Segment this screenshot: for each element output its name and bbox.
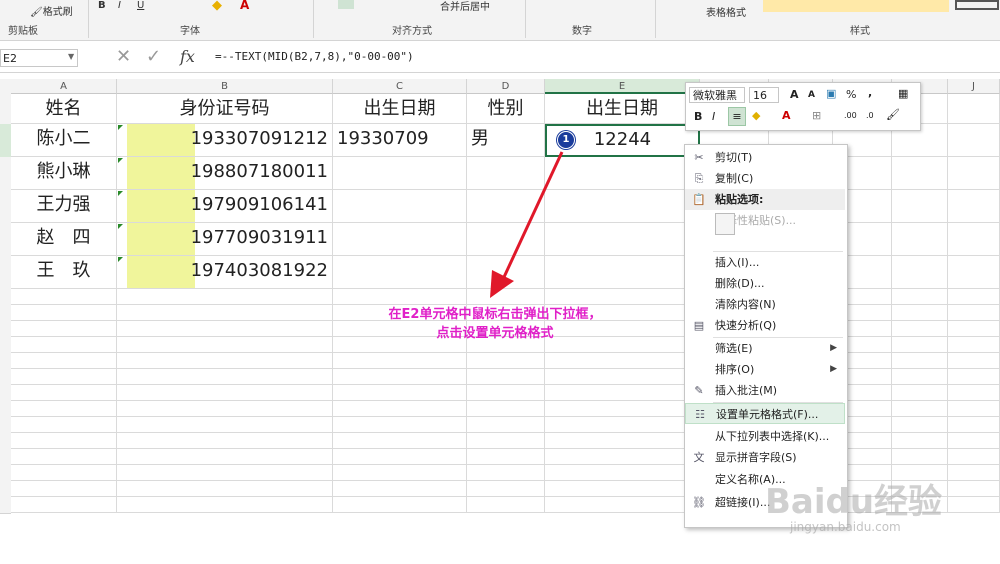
grow-font-icon[interactable]: A bbox=[790, 88, 799, 101]
phonetic-icon: 文 bbox=[693, 451, 705, 464]
paste-icon: 📋 bbox=[692, 193, 706, 206]
format-painter-icon[interactable]: 🖌 bbox=[886, 108, 900, 121]
baidu-logo-watermark: Baidu经验 bbox=[765, 482, 943, 522]
borders-icon[interactable]: ⊞ bbox=[812, 109, 821, 122]
watermark-url: jingyan.baidu.com bbox=[790, 520, 901, 534]
percent-button[interactable]: % bbox=[846, 88, 856, 101]
menu-item-label: 排序(O) bbox=[715, 363, 755, 376]
mini-toolbar: 微软雅黑 16 A A ▣ % , ▦ B I ≡ ◆ A ⊞ .00 .0 🖌 bbox=[685, 82, 921, 131]
menu-item-label: 从下拉列表中选择(K)... bbox=[715, 430, 830, 443]
increase-decimal-icon[interactable]: .00 bbox=[844, 111, 857, 120]
quick-analysis-icon: ▤ bbox=[693, 319, 705, 332]
menu-item-11[interactable]: ✎ 插入批注(M) bbox=[685, 380, 845, 401]
menu-item-label: 设置单元格格式(F)... bbox=[716, 408, 819, 421]
decrease-decimal-icon[interactable]: .0 bbox=[866, 111, 874, 120]
font-color-icon[interactable]: A bbox=[782, 109, 791, 122]
menu-item-3: 📋 粘贴选项: bbox=[685, 189, 845, 210]
chevron-right-icon: ▶ bbox=[830, 364, 837, 374]
menu-item-label: 快速分析(Q) bbox=[715, 319, 777, 332]
mini-italic-button[interactable]: I bbox=[712, 110, 715, 123]
menu-item-label: 插入批注(M) bbox=[715, 384, 778, 397]
menu-item-1[interactable]: ✂ 剪切(T) bbox=[685, 147, 845, 168]
menu-item-13[interactable]: 从下拉列表中选择(K)... bbox=[685, 426, 845, 447]
comment-icon: ✎ bbox=[694, 384, 704, 397]
mini-bold-button[interactable]: B bbox=[694, 110, 702, 123]
menu-item-7[interactable]: 清除内容(N) bbox=[685, 294, 845, 315]
font-size-box[interactable]: 16 bbox=[749, 87, 779, 103]
fill-color-icon[interactable]: ◆ bbox=[752, 109, 760, 122]
menu-separator bbox=[713, 402, 843, 403]
menu-item-5[interactable]: 插入(I)... bbox=[685, 252, 845, 273]
menu-item-14[interactable]: 文显示拼音字段(S) bbox=[685, 447, 845, 468]
menu-separator bbox=[713, 337, 843, 338]
font-name-box[interactable]: 微软雅黑 bbox=[689, 87, 745, 103]
chevron-right-icon: ▶ bbox=[830, 343, 837, 353]
scissors-icon: ✂ bbox=[694, 151, 704, 164]
menu-item-8[interactable]: ▤ 快速分析(Q) bbox=[685, 315, 845, 336]
menu-item-12[interactable]: ☷ 设置单元格格式(F)... bbox=[685, 403, 845, 424]
center-align-icon[interactable]: ≡ bbox=[728, 107, 746, 126]
menu-item-label: 剪切(T) bbox=[715, 151, 753, 164]
accounting-format-icon[interactable]: ▣ bbox=[826, 87, 836, 100]
menu-item-6[interactable]: 删除(D)... bbox=[685, 273, 845, 294]
menu-item-label: 超链接(I)... bbox=[715, 496, 771, 509]
menu-item-9[interactable]: 筛选(E) ▶ bbox=[685, 338, 845, 359]
format-cells-icon: ☷ bbox=[695, 408, 705, 421]
menu-item-2[interactable]: ⎘ 复制(C) bbox=[685, 168, 845, 189]
copy-icon: ⎘ bbox=[694, 172, 704, 185]
format-table-icon[interactable]: ▦ bbox=[898, 87, 908, 100]
menu-item-label: 删除(D)... bbox=[715, 277, 765, 290]
menu-separator bbox=[713, 251, 843, 252]
comma-button[interactable]: , bbox=[868, 86, 872, 99]
arrow-head bbox=[490, 270, 514, 298]
menu-item-label: 复制(C) bbox=[715, 172, 754, 185]
arrow-shaft bbox=[496, 151, 564, 291]
menu-item-4[interactable]: 选择性粘贴(S)... bbox=[685, 210, 845, 231]
menu-item-label: 显示拼音字段(S) bbox=[715, 451, 797, 464]
hyperlink-icon: ⛓ bbox=[692, 496, 706, 509]
context-menu: ✂ 剪切(T) ⎘ 复制(C) 📋 粘贴选项: 选择性粘贴(S)... 插入(I)... 删除(… bbox=[684, 144, 848, 528]
menu-item-10[interactable]: 排序(O) ▶ bbox=[685, 359, 845, 380]
menu-item-label: 插入(I)... bbox=[715, 256, 760, 269]
menu-item-label: 清除内容(N) bbox=[715, 298, 776, 311]
paste-option-icon[interactable] bbox=[715, 213, 735, 235]
shrink-font-icon[interactable]: A bbox=[808, 90, 815, 100]
menu-item-label: 筛选(E) bbox=[715, 342, 753, 355]
menu-item-label: 粘贴选项: bbox=[715, 193, 764, 206]
